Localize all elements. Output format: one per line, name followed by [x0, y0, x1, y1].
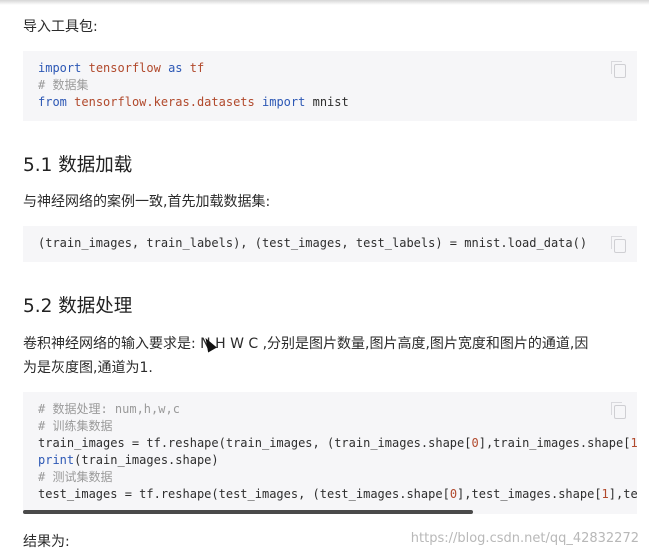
code-block-load-data[interactable]: (train_images, train_labels), (test_imag… [23, 226, 637, 262]
code-statement: ],te [608, 487, 637, 501]
section-5-2-text-line2: 为是灰度图,通道为1. [23, 360, 153, 376]
result-label: 结果为: [23, 534, 70, 550]
section-5-1-text: 与神经网络的案例一致,首先加载数据集: [23, 194, 271, 210]
code-statement: (train_images.shape) [74, 453, 219, 467]
code-module: tensorflow [88, 61, 161, 75]
code-imports: import tensorflow as tf # 数据集 from tenso… [38, 60, 349, 111]
code-statement: ],test_images.shape[ [457, 487, 602, 501]
code-statement: train_images = tf.reshape(train_images, … [38, 436, 472, 450]
code-load-data: (train_images, train_labels), (test_imag… [38, 236, 588, 250]
code-builtin: print [38, 453, 75, 467]
code-keyword: as [168, 61, 183, 75]
code-statement: test_images = tf.reshape(test_images, (t… [38, 487, 450, 501]
section-heading-5-1: 5.1 数据加载 [23, 155, 133, 176]
top-shadow [0, 0, 649, 5]
copy-icon[interactable] [611, 236, 626, 253]
code-comment: # 数据集 [38, 78, 89, 92]
code-reshape: # 数据处理: num,h,w,c # 训练集数据 train_images =… [38, 401, 637, 503]
copy-icon[interactable] [611, 402, 626, 419]
code-number: 1 [601, 487, 609, 501]
code-keyword: import [38, 61, 82, 75]
code-comment: # 数据处理: num,h,w,c [38, 402, 180, 416]
intro-label: 导入工具包: [23, 19, 98, 35]
code-keyword: import [262, 95, 306, 109]
code-number: 1 [630, 436, 637, 450]
watermark: https://blog.csdn.net/qq_42832272 [410, 531, 639, 546]
code-number: 0 [449, 487, 458, 501]
code-identifier: mnist [312, 95, 349, 109]
code-number: 0 [471, 436, 479, 450]
copy-icon[interactable] [611, 61, 626, 78]
code-comment: # 训练集数据 [38, 419, 113, 433]
code-module: tensorflow.keras.datasets [74, 95, 255, 109]
code-statement: ],train_images.shape[ [478, 436, 631, 450]
code-block-imports[interactable]: import tensorflow as tf # 数据集 from tenso… [23, 51, 637, 121]
code-keyword: from [38, 95, 67, 109]
code-comment: # 测试集数据 [38, 470, 113, 484]
section-heading-5-2: 5.2 数据处理 [23, 296, 133, 317]
code-block-reshape[interactable]: # 数据处理: num,h,w,c # 训练集数据 train_images =… [23, 392, 637, 514]
code-alias: tf [189, 61, 205, 75]
section-5-2-text-line1: 卷积神经网络的输入要求是: N H W C ,分别是图片数量,图片高度,图片宽度… [23, 336, 589, 352]
horizontal-scrollbar[interactable] [23, 510, 473, 514]
